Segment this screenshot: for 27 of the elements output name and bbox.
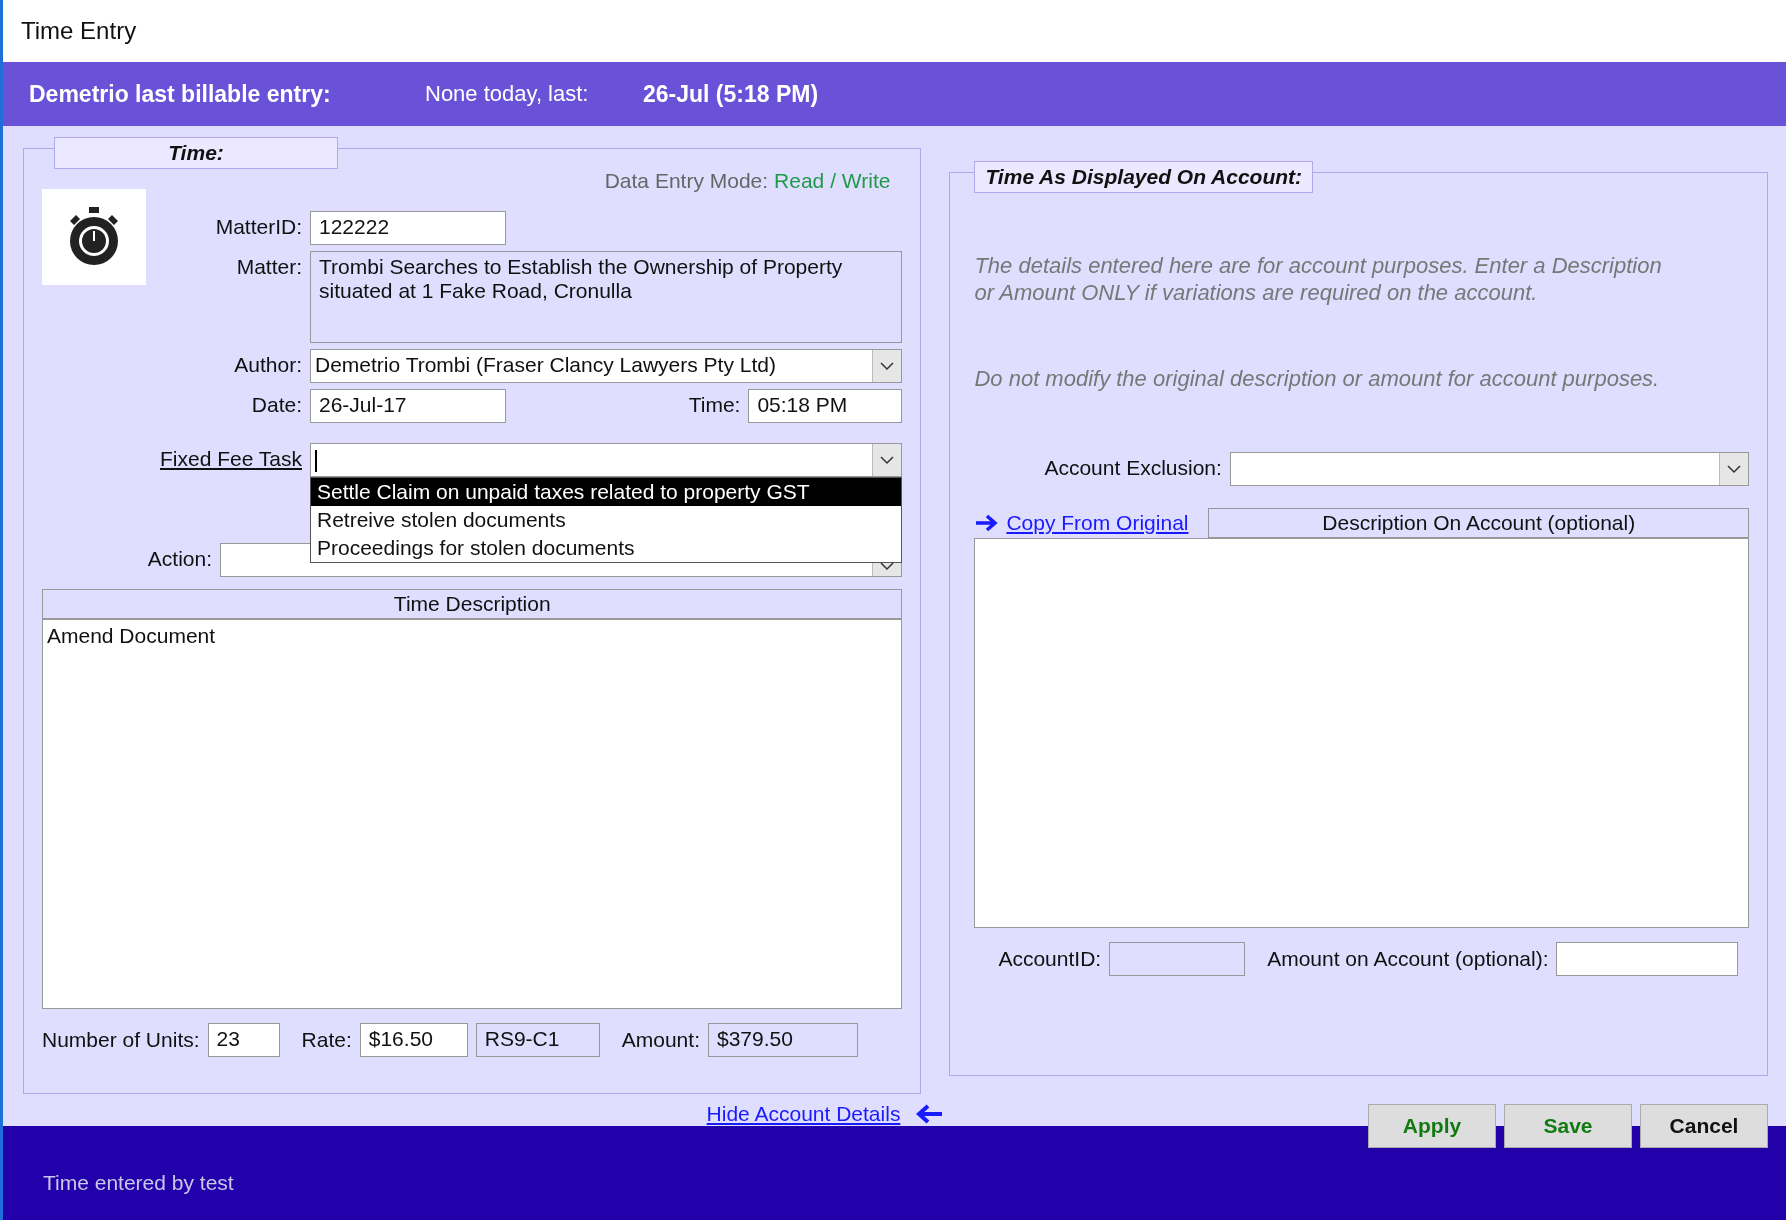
field-label: Author: — [233, 352, 302, 378]
info-note: The details entered here are for account purposes. Enter a Description or Amount ONLY if variations are required on the account. — [974, 253, 1663, 306]
last-entry-note: None today, last: — [425, 81, 590, 108]
window-title: Time Entry — [21, 17, 137, 46]
field-label: Action: — [146, 546, 212, 572]
field-label: Time: — [688, 392, 741, 418]
field-label: Amount on Account (optional): — [1267, 947, 1549, 972]
amount-field: $379.50 — [708, 1023, 858, 1058]
rate-code-field: RS9-C1 — [475, 1023, 600, 1058]
field-label: Rate: — [301, 1028, 352, 1053]
field-label: Matter: — [235, 254, 302, 280]
mode-value: Read / Write — [774, 169, 891, 194]
field-label: Amount: — [621, 1028, 700, 1053]
field-label: Number of Units: — [42, 1028, 200, 1053]
info-note: Do not modify the original description or amount for account purposes. — [974, 366, 1661, 393]
mode-label: Data Entry Mode: — [604, 169, 769, 194]
field-label: Account Exclusion: — [1044, 455, 1222, 481]
field-label: AccountID: — [998, 947, 1102, 972]
group-title: Time: — [54, 137, 338, 170]
field-label: MatterID: — [214, 214, 302, 240]
field-label: Date: — [250, 392, 302, 418]
column-header: Time Description — [42, 589, 903, 620]
group-title: Time As Displayed On Account: — [974, 161, 1314, 194]
last-entry-label: Demetrio last billable entry: — [29, 80, 332, 108]
column-header: Description On Account (optional) — [1208, 508, 1749, 539]
status-text: Time entered by test — [43, 1171, 234, 1196]
last-entry-value: 26-Jul (5:18 PM) — [643, 80, 819, 108]
